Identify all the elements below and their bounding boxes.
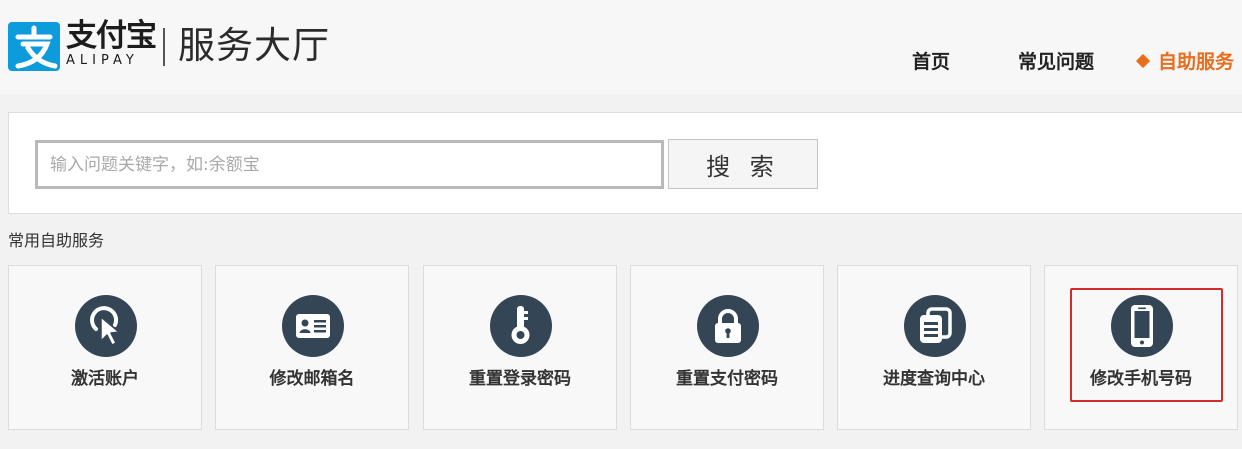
nav-home[interactable]: 首页 [912,48,950,76]
tile-label: 重置支付密码 [676,369,778,389]
tile-reset-login-password[interactable]: 重置登录密码 [423,265,617,430]
search-button[interactable]: 搜 索 [668,139,818,189]
tile-label: 修改手机号码 [1090,369,1192,389]
tile-activate-account[interactable]: 激活账户 [8,265,202,430]
brand-name-cn: 支付宝 [66,18,157,54]
alipay-logo-icon[interactable] [8,22,60,71]
key-icon [490,295,552,357]
brand[interactable]: 支付宝 ALIPAY [66,18,157,68]
active-indicator-icon [1135,53,1151,69]
tile-label: 进度查询中心 [883,369,985,389]
tile-label: 激活账户 [71,369,139,389]
tile-change-email[interactable]: 修改邮箱名 [215,265,409,430]
lock-icon [697,295,759,357]
nav-self-service-label: 自助服务 [1158,51,1235,73]
section-title-common-services: 常用自助服务 [8,231,105,250]
page-title: 服务大厅 [178,24,330,67]
tile-label: 重置登录密码 [469,369,571,389]
nav-faq[interactable]: 常见问题 [1018,48,1094,76]
header: 支付宝 ALIPAY 服务大厅 首页 常见问题 自助服务 [0,0,1242,94]
tile-progress-query[interactable]: 进度查询中心 [837,265,1031,430]
brand-name-en: ALIPAY [66,53,139,68]
search-input[interactable] [35,140,664,189]
cursor-click-icon [75,295,137,357]
stacked-documents-icon [904,295,966,357]
logo-divider [163,28,165,66]
mobile-phone-icon [1111,295,1173,357]
tile-label: 修改邮箱名 [269,369,355,389]
tile-reset-payment-password[interactable]: 重置支付密码 [630,265,824,430]
tile-change-mobile-number[interactable]: 修改手机号码 [1044,265,1238,430]
search-panel: 搜 索 [8,112,1242,214]
id-card-icon [282,295,344,357]
nav-self-service[interactable]: 自助服务 [1135,48,1235,76]
